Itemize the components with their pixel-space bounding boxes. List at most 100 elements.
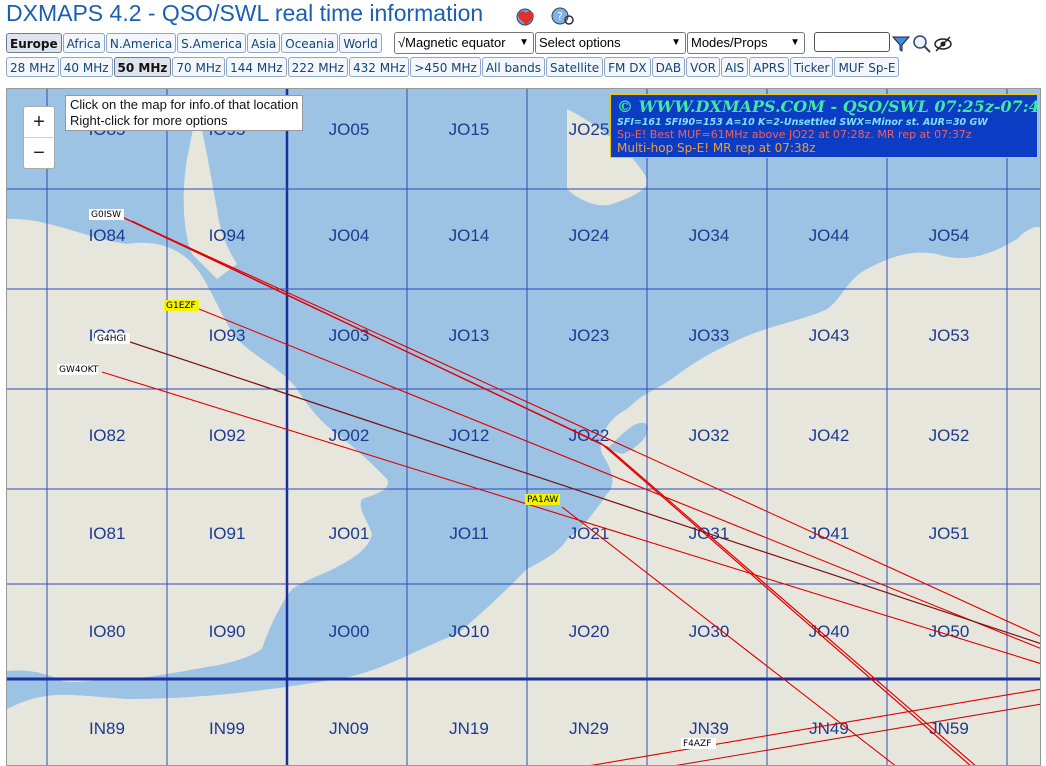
grid-square-label: JO01	[329, 524, 370, 543]
callsign-g1ezf[interactable]: G1EZF	[164, 300, 199, 311]
overlay-select[interactable]: √Magnetic equator ▼	[394, 32, 534, 54]
band-selector: 28 MHz 40 MHz 50 MHz 70 MHz 144 MHz 222 MHz 43…	[6, 57, 900, 77]
grid-square-label: IO92	[209, 426, 246, 445]
heart-globe-icon[interactable]	[514, 5, 538, 27]
grid-square-label: JO20	[569, 622, 610, 641]
band-button-28-mhz[interactable]: 28 MHz	[6, 57, 59, 77]
region-button-n-america[interactable]: N.America	[105, 33, 177, 53]
band-button-fm-dx[interactable]: FM DX	[604, 57, 651, 77]
svg-text:?: ?	[557, 10, 563, 23]
grid-square-label: IO94	[209, 226, 246, 245]
chevron-down-icon: ▼	[790, 37, 800, 48]
grid-square-label: JN49	[809, 719, 849, 738]
grid-square-label: JO14	[449, 226, 490, 245]
callsign-label: PA1AW	[527, 495, 558, 505]
callsign-label: G0ISW	[91, 210, 121, 220]
grid-square-label: JO03	[329, 326, 370, 345]
page-title: DXMAPS 4.2 - QSO/SWL real time informati…	[6, 0, 484, 26]
grid-square-label: JO12	[449, 426, 490, 445]
grid-square-label: JO51	[929, 524, 970, 543]
region-button-europe[interactable]: Europe	[6, 33, 62, 53]
grid-square-label: IN89	[89, 719, 125, 738]
band-button-ais[interactable]: AIS	[720, 57, 749, 77]
hint-line-2: Right-click for more options	[70, 113, 228, 128]
options-select[interactable]: Select options ▼	[535, 32, 686, 54]
map-canvas[interactable]: IO85IO95JO05JO15JO25IO84IO94JO04JO14JO24…	[7, 89, 1041, 766]
band-button-satellite[interactable]: Satellite	[545, 57, 604, 77]
grid-square-label: JO10	[449, 622, 490, 641]
options-select-value: Select options	[539, 35, 621, 50]
grid-square-label: JO02	[329, 426, 370, 445]
propagation-info-panel: © WWW.DXMAPS.COM - QSO/SWL 07:25z-07:40z…	[610, 94, 1041, 158]
callsign-pa1aw[interactable]: PA1AW	[525, 494, 560, 505]
info-title: © WWW.DXMAPS.COM - QSO/SWL 07:25z-07:40z	[617, 97, 1041, 116]
grid-square-label: JN39	[689, 719, 729, 738]
hint-line-1: Click on the map for info.of that locati…	[70, 97, 299, 112]
map[interactable]: IO85IO95JO05JO15JO25IO84IO94JO04JO14JO24…	[6, 88, 1041, 766]
band-button-222-mhz[interactable]: 222 MHz	[287, 57, 348, 77]
search-input[interactable]	[814, 32, 890, 52]
zoom-search-icon[interactable]	[911, 34, 933, 56]
spe-alert: Sp-E! Best MUF=61MHz above JO22 at 07:28…	[617, 128, 972, 141]
callsign-label: G1EZF	[166, 301, 196, 311]
grid-square-label: JO32	[689, 426, 730, 445]
grid-square-label: JO42	[809, 426, 850, 445]
grid-square-label: JO05	[329, 120, 370, 139]
band-button-432-mhz[interactable]: 432 MHz	[348, 57, 410, 77]
band-button-144-mhz[interactable]: 144 MHz	[226, 57, 287, 77]
grid-square-label: JN29	[569, 719, 609, 738]
band-button-40-mhz[interactable]: 40 MHz	[59, 57, 113, 77]
grid-square-label: JO44	[809, 226, 850, 245]
grid-square-label: JO00	[329, 622, 370, 641]
modes-select-value: Modes/Props	[691, 35, 768, 50]
multihop-alert: Multi-hop Sp-E! MR rep at 07:38z	[617, 141, 816, 155]
region-button-asia[interactable]: Asia	[247, 33, 281, 53]
grid-square-label: JO23	[569, 326, 610, 345]
grid-square-label: IN99	[209, 719, 245, 738]
band-button--450-mhz[interactable]: >450 MHz	[410, 57, 481, 77]
grid-square-label: IO90	[209, 622, 246, 641]
help-globe-icon[interactable]: ?	[549, 5, 574, 27]
band-button-aprs[interactable]: APRS	[749, 57, 789, 77]
grid-square-label: JO52	[929, 426, 970, 445]
chevron-down-icon: ▼	[671, 37, 681, 48]
zoom-control: + −	[23, 106, 55, 169]
grid-square-label: IO84	[89, 226, 126, 245]
region-button-oceania[interactable]: Oceania	[281, 33, 339, 53]
band-button-muf-sp-e[interactable]: MUF Sp-E	[834, 57, 900, 77]
grid-square-label: IO91	[209, 524, 246, 543]
region-button-africa[interactable]: Africa	[62, 33, 105, 53]
modes-select[interactable]: Modes/Props ▼	[687, 32, 805, 54]
band-button-ticker[interactable]: Ticker	[789, 57, 834, 77]
grid-square-label: IO80	[89, 622, 126, 641]
callsign-g0isw[interactable]: G0ISW	[89, 209, 124, 220]
grid-square-label: JO04	[329, 226, 370, 245]
callsign-label: GW4OKT	[59, 365, 99, 375]
band-button-50-mhz[interactable]: 50 MHz	[113, 57, 172, 77]
callsign-f4azf[interactable]: F4AZF	[681, 738, 716, 749]
band-button-vor[interactable]: VOR	[686, 57, 720, 77]
zoom-in-button[interactable]: +	[24, 107, 54, 137]
zoom-out-button[interactable]: −	[24, 137, 54, 168]
grid-square-label: JO22	[569, 426, 610, 445]
grid-square-label: JN09	[329, 719, 369, 738]
band-button-all-bands[interactable]: All bands	[481, 57, 545, 77]
hide-eye-icon[interactable]	[933, 34, 953, 56]
region-selector: Europe Africa N.America S.America Asia Oceani…	[6, 33, 383, 53]
grid-square-label: JO33	[689, 326, 730, 345]
filter-icon[interactable]	[891, 34, 911, 56]
grid-square-label: JO11	[449, 524, 488, 543]
region-button-s-america[interactable]: S.America	[177, 33, 247, 53]
callsign-label: F4AZF	[683, 739, 711, 749]
callsign-g4hgi[interactable]: G4HGI	[95, 333, 130, 344]
map-hint-tooltip: Click on the map for info.of that locati…	[65, 95, 304, 131]
band-button-70-mhz[interactable]: 70 MHz	[172, 57, 226, 77]
band-button-dab[interactable]: DAB	[651, 57, 686, 77]
grid-square-label: IO81	[89, 524, 126, 543]
callsign-gw4okt[interactable]: GW4OKT	[57, 364, 99, 375]
callsign-label: G4HGI	[97, 334, 126, 344]
region-button-world[interactable]: World	[339, 33, 382, 53]
chevron-down-icon: ▼	[519, 37, 529, 48]
grid-square-label: JO54	[929, 226, 970, 245]
solar-stats: SFI=161 SFI90=153 A=10 K=2-Unsettled SWX…	[617, 117, 988, 128]
